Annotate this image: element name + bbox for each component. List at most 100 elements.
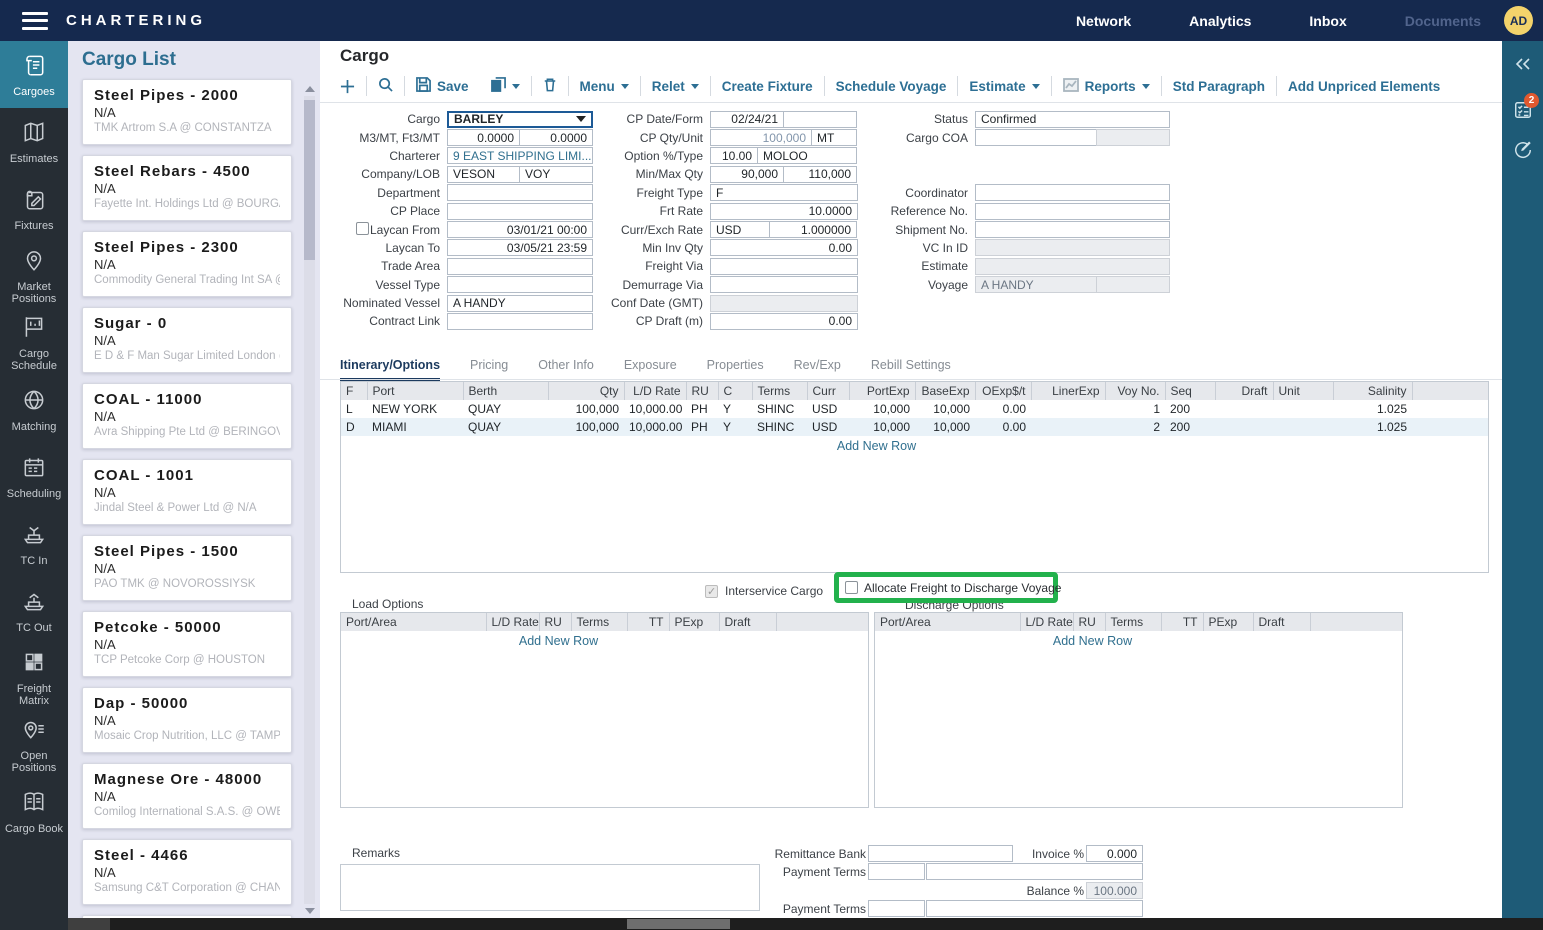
exch-rate-field[interactable]: 1.000000 bbox=[769, 221, 857, 238]
cargo-card[interactable]: Steel Pipes - 2300 N/A Commodity General… bbox=[82, 231, 292, 297]
min-qty-field[interactable]: 90,000 bbox=[710, 166, 784, 183]
remittance-bank-field[interactable] bbox=[868, 845, 1013, 862]
vessel-type-field[interactable] bbox=[447, 276, 593, 293]
invoice-pct-field[interactable]: 0.000 bbox=[1086, 845, 1143, 862]
menu-button[interactable]: Menu bbox=[569, 79, 640, 94]
discharge-options-add-new-row[interactable]: Add New Row bbox=[875, 631, 1310, 648]
nav-analytics[interactable]: Analytics bbox=[1189, 13, 1251, 29]
scrollbar-thumb[interactable] bbox=[304, 100, 315, 260]
sidebar-item-matching[interactable]: Matching bbox=[0, 376, 68, 443]
cargo-card[interactable]: COAL - 1001 N/A Jindal Steel & Power Ltd… bbox=[82, 459, 292, 525]
currency-field[interactable]: USD bbox=[710, 221, 770, 238]
hamburger-menu-icon[interactable] bbox=[22, 12, 48, 30]
sidebar-item-tc-out[interactable]: TC Out bbox=[0, 577, 68, 644]
std-paragraph-button[interactable]: Std Paragraph bbox=[1162, 79, 1276, 94]
sidebar-item-estimates[interactable]: Estimates bbox=[0, 108, 68, 175]
demurrage-via-field[interactable] bbox=[710, 276, 858, 293]
laycan-checkbox[interactable] bbox=[356, 222, 369, 235]
sidebar-item-freight-matrix[interactable]: Freight Matrix bbox=[0, 644, 68, 711]
cp-draft-field[interactable]: 0.00 bbox=[710, 313, 858, 330]
avatar[interactable]: AD bbox=[1504, 6, 1533, 35]
tasks-panel-button[interactable]: 2 bbox=[1502, 95, 1543, 129]
search-button[interactable] bbox=[367, 77, 404, 95]
remarks-textarea[interactable] bbox=[340, 864, 760, 911]
status-field[interactable]: Confirmed bbox=[975, 111, 1170, 128]
sidebar-item-fixtures[interactable]: Fixtures bbox=[0, 175, 68, 242]
itinerary-add-new-row[interactable]: Add New Row bbox=[341, 436, 1412, 453]
laycan-from-field[interactable]: 03/01/21 00:00 bbox=[447, 221, 593, 238]
horizontal-scrollbar[interactable] bbox=[68, 918, 1543, 930]
cp-qty-field[interactable]: 100,000 bbox=[710, 129, 812, 146]
allocate-freight-checkbox[interactable] bbox=[845, 581, 858, 594]
tab-properties[interactable]: Properties bbox=[707, 358, 764, 381]
horizontal-scrollbar-thumb[interactable] bbox=[627, 919, 730, 929]
cargo-coa-field[interactable] bbox=[975, 129, 1097, 146]
nav-documents[interactable]: Documents bbox=[1405, 13, 1481, 29]
sidebar-item-market-positions[interactable]: Market Positions bbox=[0, 242, 68, 309]
itinerary-row-discharge[interactable]: DMIAMIQUAY100,00010,000.00PHYSHINCUSD10,… bbox=[341, 418, 1488, 436]
payment-terms2-desc-field[interactable] bbox=[926, 900, 1143, 917]
create-fixture-button[interactable]: Create Fixture bbox=[711, 79, 824, 94]
charterer-field[interactable]: 9 EAST SHIPPING LIMI... bbox=[447, 147, 593, 164]
copy-button[interactable] bbox=[480, 77, 531, 95]
scroll-down-arrow-icon[interactable] bbox=[305, 908, 315, 914]
tab-itinerary-options[interactable]: Itinerary/Options bbox=[340, 358, 440, 381]
payment-terms-code-field[interactable] bbox=[868, 863, 925, 880]
cargo-card[interactable]: Dap - 50000 N/A Mosaic Crop Nutrition, L… bbox=[82, 687, 292, 753]
cargo-card[interactable]: COAL - 11000 N/A Avra Shipping Pte Ltd @… bbox=[82, 383, 292, 449]
schedule-voyage-button[interactable]: Schedule Voyage bbox=[825, 79, 958, 94]
company-field[interactable]: VESON bbox=[447, 166, 520, 183]
collapse-panel-button[interactable] bbox=[1502, 49, 1543, 83]
tab-rebill-settings[interactable]: Rebill Settings bbox=[871, 358, 951, 381]
tab-rev-exp[interactable]: Rev/Exp bbox=[794, 358, 841, 381]
reports-button[interactable]: Reports bbox=[1052, 78, 1161, 95]
coordinator-field[interactable] bbox=[975, 184, 1170, 201]
sidebar-item-tc-in[interactable]: TC In bbox=[0, 510, 68, 577]
tab-exposure[interactable]: Exposure bbox=[624, 358, 677, 381]
nav-network[interactable]: Network bbox=[1076, 13, 1131, 29]
save-button[interactable]: Save bbox=[405, 77, 480, 95]
sidebar-item-open-positions[interactable]: Open Positions bbox=[0, 711, 68, 778]
scroll-up-arrow-icon[interactable] bbox=[305, 86, 315, 92]
sidebar-item-scheduling[interactable]: Scheduling bbox=[0, 443, 68, 510]
department-field[interactable] bbox=[447, 184, 593, 201]
cargo-card[interactable]: Steel Pipes - 1500 N/A PAO TMK @ NOVOROS… bbox=[82, 535, 292, 601]
max-qty-field[interactable]: 110,000 bbox=[783, 166, 857, 183]
cargo-card[interactable]: Petcoke - 50000 N/A TCP Petcoke Corp @ H… bbox=[82, 611, 292, 677]
contract-link-field[interactable] bbox=[447, 313, 593, 330]
shipment-no-field[interactable] bbox=[975, 221, 1170, 238]
tab-other-info[interactable]: Other Info bbox=[538, 358, 594, 381]
payment-terms2-code-field[interactable] bbox=[868, 900, 925, 917]
add-unpriced-elements-button[interactable]: Add Unpriced Elements bbox=[1277, 79, 1451, 94]
relet-button[interactable]: Relet bbox=[641, 79, 710, 94]
reference-no-field[interactable] bbox=[975, 203, 1170, 220]
payment-terms-desc-field[interactable] bbox=[926, 863, 1143, 880]
cargo-select[interactable]: BARLEY bbox=[447, 111, 593, 128]
freight-type-field[interactable]: F bbox=[710, 184, 858, 201]
load-options-add-new-row[interactable]: Add New Row bbox=[341, 631, 776, 648]
nominated-vessel-field[interactable]: A HANDY bbox=[447, 295, 593, 312]
cargo-card[interactable]: Steel - 4466 N/A Samsung C&T Corporation… bbox=[82, 839, 292, 905]
m3mt-field[interactable]: 0.0000 bbox=[447, 129, 520, 146]
sidebar-item-cargo-schedule[interactable]: Cargo Schedule bbox=[0, 309, 68, 376]
laycan-to-field[interactable]: 03/05/21 23:59 bbox=[447, 239, 593, 256]
delete-button[interactable] bbox=[532, 77, 568, 95]
freight-via-field[interactable] bbox=[710, 258, 858, 275]
sidebar-item-cargo-book[interactable]: Cargo Book bbox=[0, 778, 68, 845]
lob-field[interactable]: VOY bbox=[519, 166, 593, 183]
cargo-card[interactable]: Sugar - 0 N/A E D & F Man Sugar Limited … bbox=[82, 307, 292, 373]
min-inv-qty-field[interactable]: 0.00 bbox=[710, 239, 858, 256]
option-pct-field[interactable]: 10.00 bbox=[710, 147, 758, 164]
cp-unit-field[interactable]: MT bbox=[811, 129, 857, 146]
cp-form-field[interactable] bbox=[783, 111, 857, 128]
estimate-button[interactable]: Estimate bbox=[958, 79, 1050, 94]
new-button[interactable] bbox=[340, 79, 366, 94]
frt-rate-field[interactable]: 10.0000 bbox=[710, 203, 858, 220]
cargo-card[interactable]: Steel Pipes - 2000 N/A TMK Artrom S.A @ … bbox=[82, 79, 292, 145]
option-type-field[interactable]: MOLOO bbox=[757, 147, 857, 164]
cp-place-field[interactable] bbox=[447, 203, 593, 220]
trade-area-field[interactable] bbox=[447, 258, 593, 275]
ft3mt-field[interactable]: 0.0000 bbox=[519, 129, 593, 146]
tab-pricing[interactable]: Pricing bbox=[470, 358, 508, 381]
compose-panel-button[interactable] bbox=[1502, 135, 1543, 169]
